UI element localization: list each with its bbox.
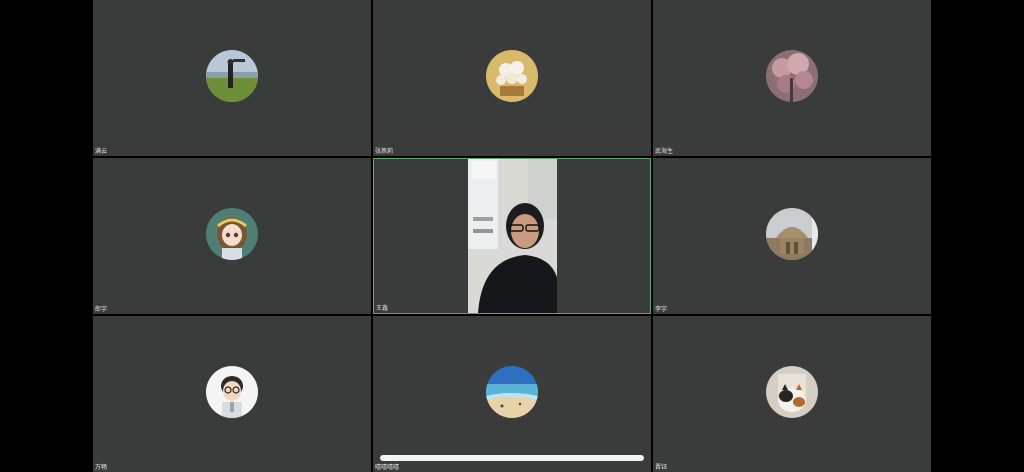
cat-avatar xyxy=(766,366,818,418)
participant-tile[interactable]: 郎宇 xyxy=(93,158,371,314)
blossom-tree-avatar xyxy=(766,50,818,102)
participant-tile[interactable]: 万畅 xyxy=(93,316,371,472)
participant-name: 李宇 xyxy=(655,306,668,313)
participant-tile[interactable]: 武海生 xyxy=(653,0,931,156)
video-meeting-screen: 满云 张燕莉 武海生 郎宇 王鑫 李宇 万畅 嘻嘻嘻嘻 晋钰 xyxy=(0,0,1024,472)
participant-tile[interactable]: 张燕莉 xyxy=(373,0,651,156)
participant-tile[interactable]: 晋钰 xyxy=(653,316,931,472)
participant-name: 王鑫 xyxy=(376,305,389,312)
participant-name: 张燕莉 xyxy=(375,148,394,155)
participant-name: 满云 xyxy=(95,148,108,155)
participant-name: 嘻嘻嘻嘻 xyxy=(375,464,400,471)
cartoon-man-avatar xyxy=(206,366,258,418)
participant-name: 武海生 xyxy=(655,148,674,155)
participant-name: 万畅 xyxy=(95,464,108,471)
active-speaker-tile[interactable]: 王鑫 xyxy=(373,158,651,314)
person-in-field-avatar xyxy=(206,50,258,102)
home-indicator-bar[interactable] xyxy=(380,455,644,461)
participant-grid: 满云 张燕莉 武海生 郎宇 王鑫 李宇 万畅 嘻嘻嘻嘻 晋钰 xyxy=(93,0,931,472)
live-video xyxy=(468,159,557,313)
participant-name: 晋钰 xyxy=(655,464,668,471)
flower-bouquet-avatar xyxy=(486,50,538,102)
participant-tile[interactable]: 满云 xyxy=(93,0,371,156)
participant-name: 郎宇 xyxy=(95,306,108,313)
anime-girl-avatar xyxy=(206,208,258,260)
participant-tile[interactable]: 李宇 xyxy=(653,158,931,314)
beach-avatar xyxy=(486,366,538,418)
domed-building-avatar xyxy=(766,208,818,260)
participant-tile[interactable]: 嘻嘻嘻嘻 xyxy=(373,316,651,472)
